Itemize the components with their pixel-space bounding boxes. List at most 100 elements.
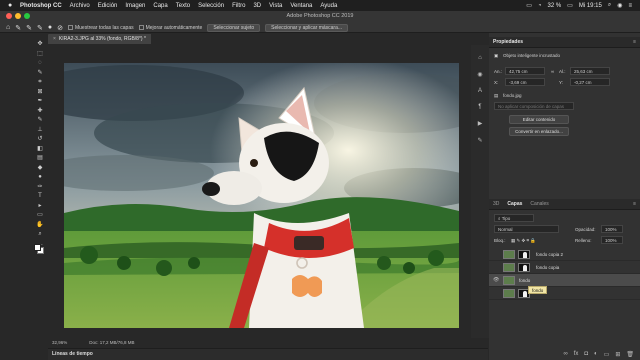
- link-dimensions-icon[interactable]: ∞: [551, 69, 554, 74]
- subtract-from-selection-icon[interactable]: ✎: [37, 24, 43, 32]
- menu-texto[interactable]: Texto: [176, 3, 190, 9]
- brush-size-icon[interactable]: ●: [48, 24, 52, 31]
- actions-panel-icon[interactable]: ▶: [471, 120, 489, 127]
- select-subject-button[interactable]: Seleccionar sujeto: [207, 23, 261, 32]
- move-tool-icon[interactable]: ✥: [37, 41, 42, 47]
- rectangle-tool-icon[interactable]: ▭: [37, 212, 43, 218]
- clone-stamp-tool-icon[interactable]: ⊥: [37, 127, 42, 133]
- airplay-icon[interactable]: ▭: [526, 2, 532, 9]
- document-size[interactable]: Doc: 17,2 MB/76,8 MB: [89, 340, 134, 345]
- fill-field[interactable]: 100%: [601, 236, 623, 244]
- new-layer-icon[interactable]: ⊞: [615, 351, 620, 358]
- sample-all-layers-option[interactable]: Muestrear todas las capas: [67, 24, 134, 31]
- history-panel-icon[interactable]: ⌂: [471, 55, 489, 61]
- clock[interactable]: Mi 19:15: [579, 3, 602, 9]
- healing-brush-tool-icon[interactable]: ✚: [37, 108, 42, 114]
- menu-ayuda[interactable]: Ayuda: [320, 3, 337, 9]
- properties-tab[interactable]: Propiedades: [493, 39, 523, 45]
- menu-edicion[interactable]: Edición: [98, 3, 118, 9]
- layer-mask-thumbnail[interactable]: [518, 250, 530, 259]
- zoom-tool-icon[interactable]: ⌕: [38, 231, 41, 237]
- layer-row[interactable]: fondo copia: [489, 261, 640, 274]
- layer-thumbnail[interactable]: [503, 250, 515, 259]
- foreground-color-swatch[interactable]: [34, 244, 41, 251]
- layer-name[interactable]: fondo copia 2: [536, 248, 563, 261]
- zoom-level[interactable]: 32,96%: [52, 340, 67, 345]
- new-group-icon[interactable]: ▭: [604, 351, 610, 358]
- tab-3d[interactable]: 3D: [493, 201, 499, 207]
- history-brush-tool-icon[interactable]: ↺: [37, 136, 42, 142]
- visibility-eye-icon[interactable]: 👁: [493, 274, 499, 287]
- search-icon[interactable]: ⌕: [608, 2, 611, 9]
- menu-vista[interactable]: Vista: [269, 3, 282, 9]
- wifi-icon[interactable]: ◔: [538, 3, 542, 9]
- brush-tool-icon[interactable]: ✎: [37, 117, 42, 123]
- menu-imagen[interactable]: Imagen: [125, 3, 145, 9]
- crop-tool-icon[interactable]: ⌗: [38, 79, 41, 85]
- blend-mode-select[interactable]: Normal: [494, 225, 559, 233]
- document-canvas-image[interactable]: [64, 63, 459, 328]
- tab-canales[interactable]: Canales: [530, 201, 548, 207]
- path-selection-tool-icon[interactable]: ▸: [38, 203, 41, 209]
- layer-row-selected[interactable]: 👁 fondo: [489, 274, 640, 287]
- menu-archivo[interactable]: Archivo: [70, 3, 90, 9]
- dodge-tool-icon[interactable]: ●: [38, 174, 42, 180]
- info-panel-icon[interactable]: ◉: [471, 71, 489, 78]
- menu-3d[interactable]: 3D: [253, 3, 261, 9]
- layer-row[interactable]: [489, 287, 640, 300]
- menu-seleccion[interactable]: Selección: [198, 3, 224, 9]
- layers-panel-menu-icon[interactable]: ≡: [633, 201, 636, 207]
- blur-tool-icon[interactable]: ◆: [38, 165, 43, 171]
- notification-center-icon[interactable]: ≡: [628, 3, 632, 9]
- home-icon[interactable]: ⌂: [6, 24, 10, 31]
- link-layers-icon[interactable]: ∞: [563, 351, 567, 357]
- gradient-tool-icon[interactable]: ▤: [37, 155, 43, 161]
- layer-mask-thumbnail[interactable]: [518, 263, 530, 272]
- edit-contents-button[interactable]: Editar contenido: [509, 115, 569, 124]
- tab-capas[interactable]: Capas: [507, 201, 522, 207]
- auto-enhance-checkbox[interactable]: [138, 24, 144, 30]
- layer-comp-select[interactable]: No aplicar composición de capas: [494, 102, 574, 110]
- layer-thumbnail[interactable]: [503, 289, 515, 298]
- eyedropper-tool-icon[interactable]: ✒: [37, 98, 42, 104]
- width-field[interactable]: 42,75 cm: [505, 67, 545, 75]
- adjustment-layer-icon[interactable]: ◐: [594, 351, 598, 357]
- marquee-tool-icon[interactable]: ⬚: [37, 51, 43, 57]
- close-document-icon[interactable]: ×: [53, 36, 56, 42]
- menu-capa[interactable]: Capa: [153, 3, 167, 9]
- battery-percent[interactable]: 32 %: [547, 3, 561, 9]
- add-mask-icon[interactable]: ◘: [584, 351, 588, 357]
- sample-all-layers-checkbox[interactable]: [67, 24, 73, 30]
- layer-name[interactable]: fondo copia: [536, 261, 559, 274]
- siri-icon[interactable]: ◉: [617, 2, 622, 9]
- pen-tool-icon[interactable]: ✑: [37, 184, 42, 190]
- brush-settings-icon[interactable]: ✎: [471, 137, 489, 144]
- menu-filtro[interactable]: Filtro: [232, 3, 245, 9]
- lock-icons[interactable]: ▦ ✎ ✥ ⌗ 🔒: [511, 238, 536, 244]
- opacity-field[interactable]: 100%: [601, 225, 623, 233]
- layer-row[interactable]: fondo copia 2: [489, 248, 640, 261]
- paragraph-panel-icon[interactable]: ¶: [471, 104, 489, 110]
- panel-menu-icon[interactable]: ≡: [633, 39, 636, 45]
- auto-enhance-option[interactable]: Mejorar automáticamente: [138, 24, 202, 31]
- frame-tool-icon[interactable]: ⊠: [37, 89, 42, 95]
- apple-logo-icon[interactable]: ●: [8, 2, 20, 9]
- height-field[interactable]: 25,63 cm: [570, 67, 610, 75]
- select-and-mask-button[interactable]: Seleccionar y aplicar máscara...: [265, 23, 349, 32]
- add-to-selection-icon[interactable]: ✎: [26, 24, 32, 32]
- layer-filter-kind[interactable]: ⌕ Tipo: [494, 214, 534, 222]
- layer-style-icon[interactable]: fx: [574, 351, 579, 357]
- quick-selection-tool-icon[interactable]: ✎: [37, 70, 42, 76]
- convert-to-linked-button[interactable]: Convertir en enlazado...: [509, 127, 569, 136]
- layer-thumbnail[interactable]: [503, 263, 515, 272]
- layer-thumbnail[interactable]: [503, 276, 515, 285]
- eraser-tool-icon[interactable]: ◧: [37, 146, 43, 152]
- delete-layer-icon[interactable]: 🗑: [626, 351, 634, 358]
- brush-angle-icon[interactable]: ⊘: [57, 24, 63, 32]
- quick-selection-tool-icon[interactable]: ✎: [15, 24, 21, 32]
- hand-tool-icon[interactable]: ✋: [36, 222, 43, 228]
- battery-icon[interactable]: ▭: [567, 2, 573, 9]
- x-field[interactable]: -3,69 cm: [505, 78, 545, 86]
- timeline-panel-tab[interactable]: Líneas de tiempo: [48, 348, 488, 360]
- document-tab[interactable]: × KIRA2-3.JPG al 33% (fondo, RGB/8*) *: [48, 34, 151, 44]
